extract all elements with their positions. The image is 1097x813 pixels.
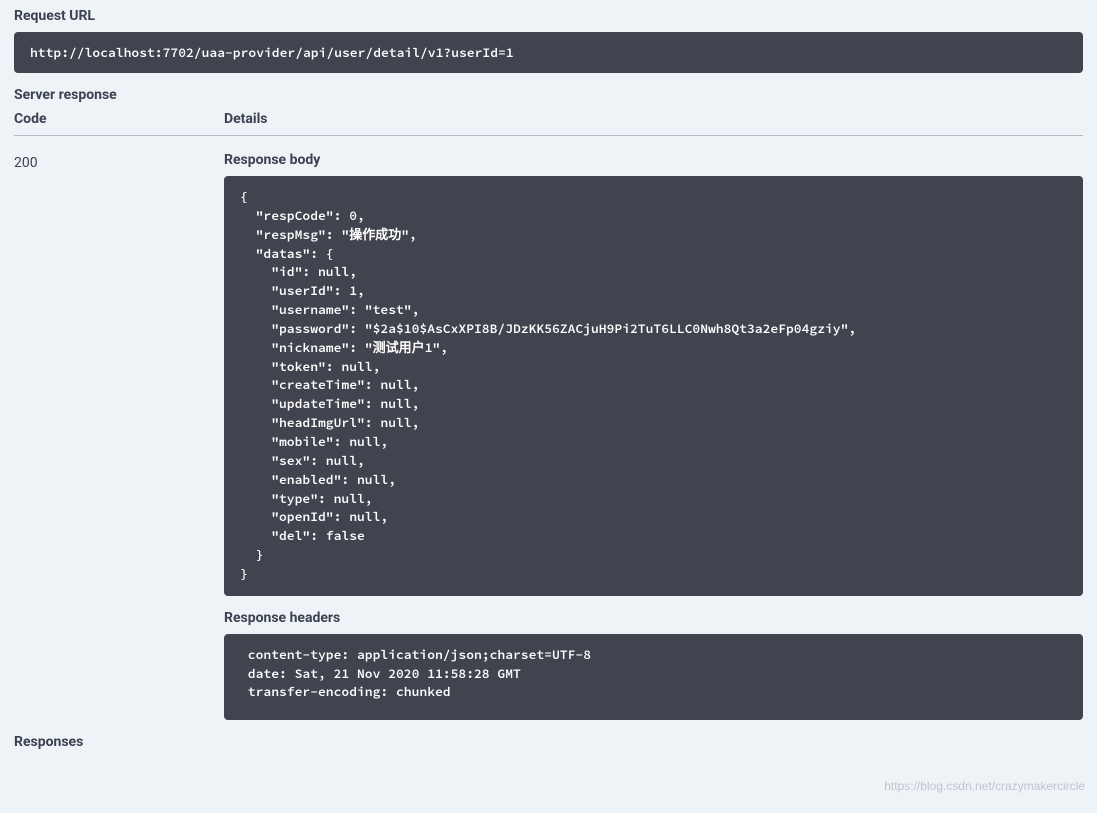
- response-header-row: Code Details: [14, 111, 1083, 136]
- response-table: Code Details 200 Response body { "respCo…: [14, 111, 1083, 720]
- status-code: 200: [14, 155, 38, 171]
- response-headers-block[interactable]: content-type: application/json;charset=U…: [224, 634, 1083, 721]
- request-url-block[interactable]: http://localhost:7702/uaa-provider/api/u…: [14, 32, 1083, 73]
- response-headers-label: Response headers: [224, 610, 1083, 626]
- code-header: Code: [14, 111, 224, 127]
- response-body-label: Response body: [224, 152, 1083, 168]
- server-response-label: Server response: [14, 87, 1083, 103]
- response-data-row: 200 Response body { "respCode": 0, "resp…: [14, 152, 1083, 720]
- details-header: Details: [224, 111, 1083, 127]
- request-url-label: Request URL: [14, 8, 1083, 24]
- responses-label: Responses: [14, 734, 1083, 750]
- watermark-text: https://blog.csdn.net/crazymakercircle: [884, 779, 1085, 793]
- response-body-block[interactable]: { "respCode": 0, "respMsg": "操作成功", "dat…: [224, 176, 1083, 596]
